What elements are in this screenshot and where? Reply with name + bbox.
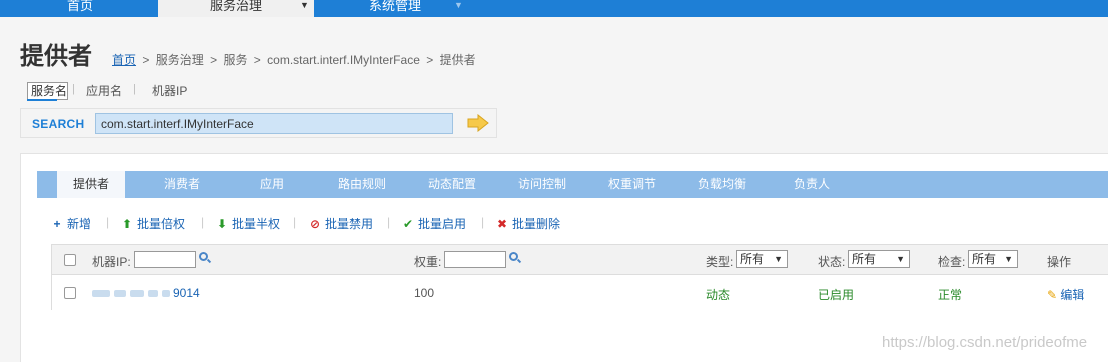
- check-filter-value: 所有: [972, 252, 997, 266]
- table-row: 9014 100 动态 已启用 正常 ✎ 编辑: [52, 276, 1108, 310]
- status-filter-label: 状态:: [818, 255, 846, 269]
- ip-filter-input[interactable]: [134, 251, 196, 268]
- pencil-icon: ✎: [1047, 288, 1058, 302]
- breadcrumb-home-link[interactable]: 首页: [112, 53, 136, 67]
- toolbar-divider: |: [293, 215, 297, 229]
- search-type-divider: |: [133, 83, 136, 95]
- tab-load-balance[interactable]: 负载均衡: [687, 171, 757, 198]
- top-nav: 首页 服务治理 ▼ 系统管理 ▼: [0, 0, 1108, 17]
- batch-enable-label: 批量启用: [418, 217, 467, 231]
- add-button[interactable]: + 新增: [51, 215, 91, 232]
- nav-system-management-label: 系统管理: [368, 0, 421, 13]
- toolbar-divider: |: [201, 215, 205, 229]
- search-type-machine-ip[interactable]: 机器IP: [152, 82, 187, 99]
- ops-column-header: 操作: [1047, 255, 1072, 269]
- edit-button-label: 编辑: [1060, 288, 1085, 302]
- type-value: 动态: [706, 288, 731, 302]
- batch-half-weight-button[interactable]: ⬇ 批量半权: [216, 215, 280, 232]
- toolbar-divider: |: [481, 215, 485, 229]
- chevron-down-icon: ▼: [454, 0, 463, 10]
- tab-access-control[interactable]: 访问控制: [507, 171, 577, 198]
- nav-service-governance[interactable]: 服务治理 ▼: [158, 0, 314, 17]
- tab-bar: 提供者 消费者 应用 路由规则 动态配置 访问控制 权重调节 负载均衡 负责人: [37, 171, 1108, 198]
- batch-disable-button[interactable]: ⊘ 批量禁用: [309, 215, 373, 232]
- toolbar-divider: |: [106, 215, 110, 229]
- chevron-down-icon: ▼: [1004, 254, 1013, 264]
- type-filter-select[interactable]: 所有 ▼: [736, 250, 788, 268]
- type-filter-value: 所有: [740, 252, 765, 266]
- batch-disable-label: 批量禁用: [325, 217, 374, 231]
- page-title: 提供者: [20, 42, 92, 70]
- batch-double-weight-button[interactable]: ⬆ 批量倍权: [121, 215, 185, 232]
- batch-double-weight-label: 批量倍权: [137, 217, 186, 231]
- x-icon: ✖: [496, 217, 508, 231]
- tab-owners[interactable]: 负责人: [777, 171, 847, 198]
- weight-value: 100: [414, 286, 435, 300]
- provider-ip-link[interactable]: 9014: [173, 286, 200, 300]
- tab-dynamic-config[interactable]: 动态配置: [417, 171, 487, 198]
- breadcrumb-item: 服务治理: [155, 53, 204, 67]
- search-label: SEARCH: [32, 117, 85, 131]
- nav-system-management[interactable]: 系统管理 ▼: [330, 0, 463, 17]
- breadcrumb-item: 提供者: [439, 53, 476, 67]
- nav-home[interactable]: 首页: [25, 0, 135, 17]
- status-filter-select[interactable]: 所有 ▼: [848, 250, 910, 268]
- table-header: 机器IP: 权重: 类型: 所有 ▼ 状态: 所有 ▼ 检查: 所有 ▼ 操作: [52, 245, 1108, 275]
- arrow-right-icon[interactable]: [467, 114, 489, 132]
- row-checkbox[interactable]: [64, 287, 76, 299]
- search-type-service-name[interactable]: 服务名: [27, 82, 69, 100]
- plus-icon: +: [53, 217, 61, 231]
- status-value: 已启用: [818, 288, 855, 302]
- search-type-selected-indicator: [27, 99, 57, 101]
- edit-button[interactable]: ✎ 编辑: [1047, 286, 1084, 303]
- search-icon[interactable]: [509, 252, 518, 261]
- chevron-down-icon: ▼: [896, 254, 905, 264]
- weight-filter-label: 权重:: [414, 255, 442, 269]
- search-input[interactable]: [95, 113, 453, 134]
- search-icon[interactable]: [199, 252, 208, 261]
- breadcrumb-separator: >: [142, 53, 150, 67]
- chevron-down-icon: ▼: [300, 0, 309, 10]
- check-value: 正常: [938, 288, 963, 302]
- tab-consumers[interactable]: 消费者: [147, 171, 217, 198]
- check-filter-label: 检查:: [938, 255, 966, 269]
- providers-panel: 提供者 消费者 应用 路由规则 动态配置 访问控制 权重调节 负载均衡 负责人 …: [20, 153, 1108, 362]
- breadcrumb-item: 服务: [223, 53, 248, 67]
- batch-enable-button[interactable]: ✔ 批量启用: [402, 215, 466, 232]
- nav-service-governance-label: 服务治理: [209, 0, 262, 13]
- arrow-down-icon: ⬇: [216, 217, 228, 231]
- checkmark-icon: ✔: [402, 217, 414, 231]
- forbidden-icon: ⊘: [309, 217, 321, 231]
- search-type-divider: |: [72, 83, 75, 95]
- breadcrumb-item: com.start.interf.IMyInterFace: [267, 53, 420, 67]
- search-box: SEARCH: [20, 108, 497, 138]
- tab-applications[interactable]: 应用: [237, 171, 307, 198]
- check-filter-select[interactable]: 所有 ▼: [968, 250, 1018, 268]
- search-type-app-name[interactable]: 应用名: [86, 82, 122, 99]
- select-all-checkbox[interactable]: [64, 254, 76, 266]
- chevron-down-icon: ▼: [774, 254, 783, 264]
- tab-providers[interactable]: 提供者: [57, 171, 125, 198]
- ip-filter-label: 机器IP:: [92, 255, 131, 269]
- arrow-up-icon: ⬆: [121, 217, 133, 231]
- breadcrumb-separator: >: [426, 53, 434, 67]
- tab-routing-rules[interactable]: 路由规则: [327, 171, 397, 198]
- type-filter-label: 类型:: [706, 255, 734, 269]
- batch-half-weight-label: 批量半权: [232, 217, 281, 231]
- breadcrumb-separator: >: [210, 53, 218, 67]
- batch-delete-label: 批量删除: [512, 217, 561, 231]
- toolbar-divider: |: [387, 215, 391, 229]
- watermark: https://blog.csdn.net/prideofme: [882, 334, 1088, 351]
- add-button-label: 新增: [67, 217, 92, 231]
- breadcrumb-separator: >: [253, 53, 261, 67]
- breadcrumb: 首页 > 服务治理 > 服务 > com.start.interf.IMyInt…: [112, 51, 476, 68]
- status-filter-value: 所有: [852, 252, 877, 266]
- tab-weight-adjust[interactable]: 权重调节: [597, 171, 667, 198]
- weight-filter-input[interactable]: [444, 251, 506, 268]
- nav-home-label: 首页: [66, 0, 93, 13]
- providers-table: 机器IP: 权重: 类型: 所有 ▼ 状态: 所有 ▼ 检查: 所有 ▼ 操作: [51, 244, 1108, 310]
- batch-delete-button[interactable]: ✖ 批量删除: [496, 215, 560, 232]
